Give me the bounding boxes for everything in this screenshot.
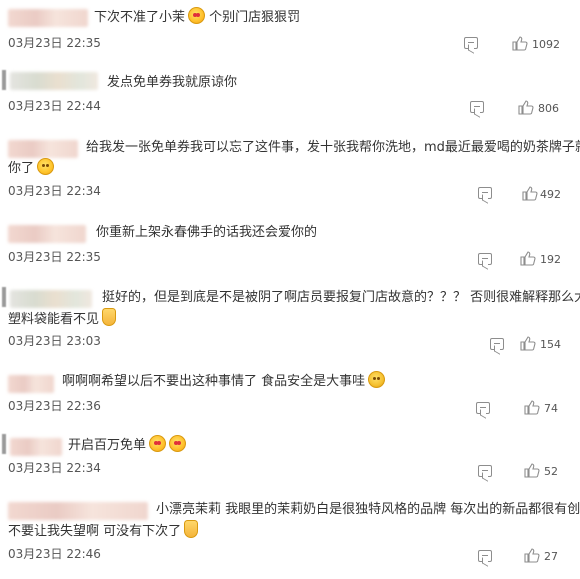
smile-emoji-icon (37, 158, 55, 175)
like-count: 52 (544, 465, 558, 478)
like-icon[interactable] (518, 100, 534, 115)
blurred-username[interactable] (8, 225, 86, 243)
blurred-username[interactable] (8, 375, 54, 393)
comment-text: 开启百万免单 (68, 435, 187, 457)
comment-text: 给我发一张免单券我可以忘了这件事，发十张我帮你洗地，md最近最爱喝的奶茶牌子就是 (86, 140, 580, 155)
avatar-edge (2, 434, 6, 454)
comment-text: 小漂亮茉莉 我眼里的茉莉奶白是很独特风格的品牌 每次出的新品都很有创意 (156, 502, 580, 517)
kiss-emoji-icon (149, 435, 167, 452)
reply-icon[interactable] (478, 465, 492, 477)
like-icon[interactable] (524, 463, 540, 478)
victory-hand-emoji-icon (184, 520, 199, 538)
like-count: 192 (540, 253, 561, 266)
reply-icon[interactable] (464, 37, 478, 49)
heart-eyes-emoji-icon (188, 7, 206, 24)
like-icon[interactable] (524, 548, 540, 563)
blurred-username[interactable] (8, 140, 78, 158)
kiss-emoji-icon (169, 435, 187, 452)
like-count: 154 (540, 338, 561, 351)
like-icon[interactable] (520, 251, 536, 266)
comment-text: 挺好的，但是到底是不是被阴了啊店员要报复门店故意的？？？ 否则很难解释那么大个 (102, 290, 580, 305)
avatar-edge (2, 70, 6, 90)
comment-text-line2: 你了 (8, 158, 55, 180)
comment-date: 03月23日 22:35 (8, 36, 101, 50)
comment-text: 下次不准了小茉 个别门店狠狠罚 (94, 7, 300, 29)
reply-icon[interactable] (478, 187, 492, 199)
comment-date: 03月23日 23:03 (8, 334, 101, 348)
crying-emoji-icon (102, 308, 117, 326)
comment-date: 03月23日 22:46 (8, 547, 101, 561)
like-count: 492 (540, 188, 561, 201)
reply-icon[interactable] (490, 338, 504, 350)
comment-text-line2: 不要让我失望啊 可没有下次了 (8, 520, 199, 543)
shocked-emoji-icon (368, 371, 386, 388)
blurred-username[interactable] (10, 438, 62, 456)
like-count: 74 (544, 402, 558, 415)
like-icon[interactable] (522, 186, 538, 201)
blurred-username[interactable] (10, 290, 92, 308)
blurred-username[interactable] (8, 9, 88, 27)
reply-icon[interactable] (476, 402, 490, 414)
comment-text: 啊啊啊希望以后不要出这种事情了 食品安全是大事哇 (62, 371, 386, 393)
comment-text: 发点免单券我就原谅你 (107, 75, 238, 90)
comment-date: 03月23日 22:34 (8, 461, 101, 475)
comment-text-line2: 塑料袋能看不见 (8, 308, 117, 331)
blurred-username[interactable] (8, 502, 148, 520)
like-count: 1092 (532, 38, 560, 51)
like-count: 27 (544, 550, 558, 563)
comment-date: 03月23日 22:36 (8, 399, 101, 413)
comment-text: 你重新上架永春佛手的话我还会爱你的 (96, 225, 318, 240)
reply-icon[interactable] (478, 253, 492, 265)
like-icon[interactable] (524, 400, 540, 415)
like-count: 806 (538, 102, 559, 115)
comment-date: 03月23日 22:44 (8, 99, 101, 113)
like-icon[interactable] (520, 336, 536, 351)
comment-date: 03月23日 22:34 (8, 184, 101, 198)
reply-icon[interactable] (470, 101, 484, 113)
reply-icon[interactable] (478, 550, 492, 562)
avatar-edge (2, 287, 6, 307)
comment-date: 03月23日 22:35 (8, 250, 101, 264)
blurred-username[interactable] (10, 72, 98, 90)
like-icon[interactable] (512, 36, 528, 51)
